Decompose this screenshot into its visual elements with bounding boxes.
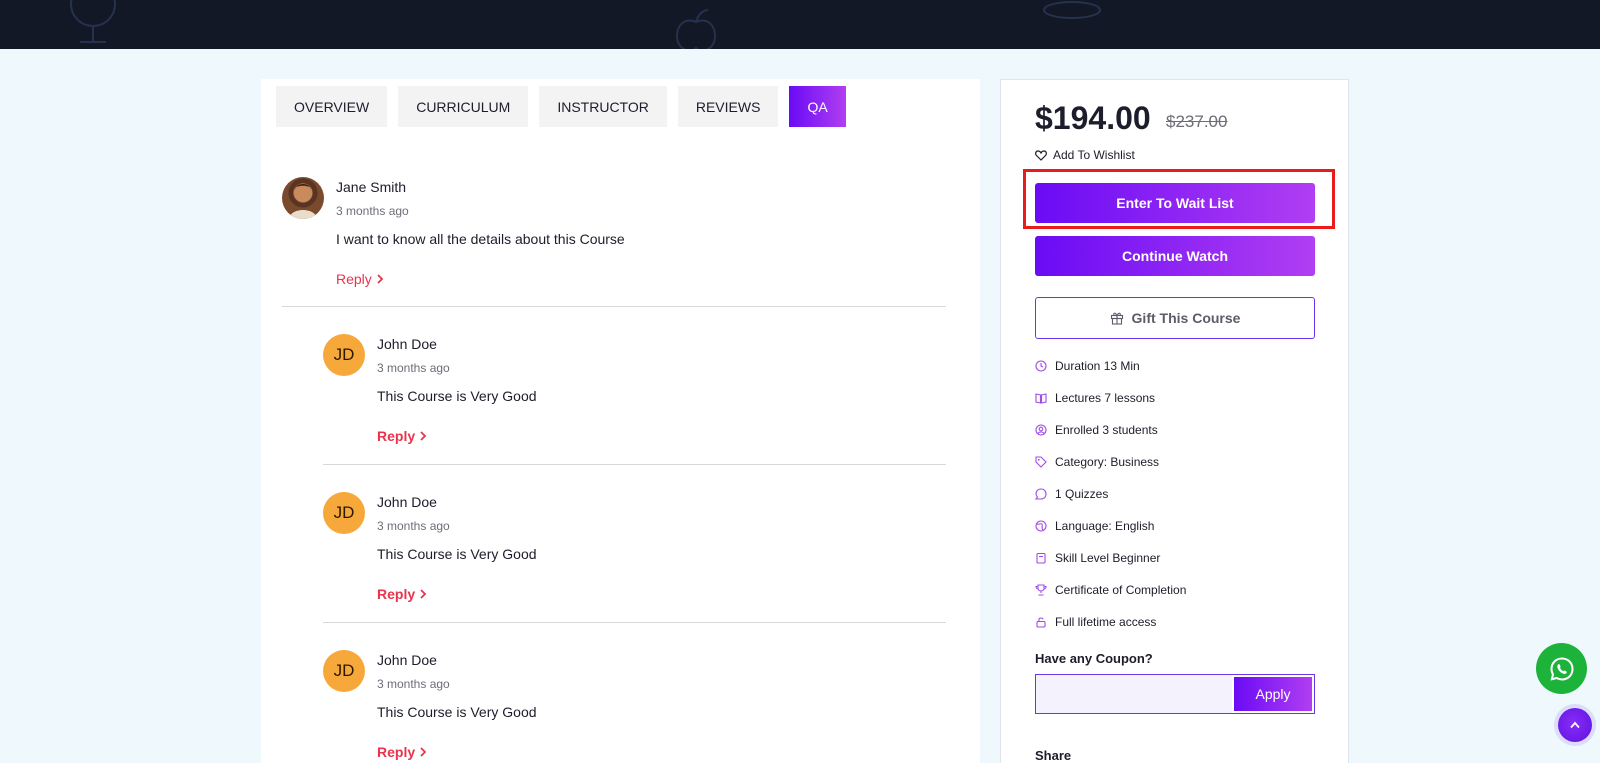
feature-lectures: Lectures 7 lessons bbox=[1035, 382, 1186, 414]
comment-author: John Doe bbox=[377, 494, 437, 510]
tab-instructor[interactable]: INSTRUCTOR bbox=[539, 86, 667, 127]
reply-link[interactable]: Reply bbox=[336, 271, 384, 287]
course-features-list: Duration 13 Min Lectures 7 lessons Enrol… bbox=[1035, 350, 1186, 638]
reply-label: Reply bbox=[336, 271, 372, 287]
heart-icon bbox=[1035, 149, 1047, 161]
apply-coupon-button[interactable]: Apply bbox=[1234, 677, 1312, 711]
gift-label: Gift This Course bbox=[1131, 310, 1241, 326]
globe-decoration-icon bbox=[70, 0, 116, 43]
feature-label: Duration 13 Min bbox=[1055, 359, 1140, 373]
avatar: JD bbox=[323, 334, 365, 376]
enter-wait-list-button[interactable]: Enter To Wait List bbox=[1035, 183, 1315, 223]
reply-label: Reply bbox=[377, 586, 416, 602]
reply-label: Reply bbox=[377, 428, 416, 444]
reply-label: Reply bbox=[377, 744, 416, 760]
wishlist-label: Add To Wishlist bbox=[1053, 148, 1135, 162]
whatsapp-button[interactable] bbox=[1536, 643, 1587, 694]
feature-category: Category: Business bbox=[1035, 446, 1186, 478]
tab-curriculum[interactable]: CURRICULUM bbox=[398, 86, 529, 127]
comment-text: I want to know all the details about thi… bbox=[336, 231, 625, 247]
apple-decoration-icon bbox=[676, 9, 716, 49]
feature-label: 1 Quizzes bbox=[1055, 487, 1109, 501]
feature-label: Skill Level Beginner bbox=[1055, 551, 1161, 565]
user-icon bbox=[1035, 424, 1047, 436]
gift-course-button[interactable]: Gift This Course bbox=[1035, 297, 1315, 339]
tab-overview[interactable]: OVERVIEW bbox=[276, 86, 388, 127]
avatar bbox=[282, 177, 324, 219]
comment-text: This Course is Very Good bbox=[377, 704, 537, 720]
feature-label: Language: English bbox=[1055, 519, 1155, 533]
original-price: $237.00 bbox=[1166, 112, 1228, 131]
feature-enrolled: Enrolled 3 students bbox=[1035, 414, 1186, 446]
comment-divider bbox=[282, 306, 946, 307]
feature-quizzes: 1 Quizzes bbox=[1035, 478, 1186, 510]
top-banner bbox=[0, 0, 1600, 49]
chevron-right-icon bbox=[420, 747, 427, 757]
comment-text: This Course is Very Good bbox=[377, 388, 537, 404]
comment-item: JD John Doe 3 months ago This Course is … bbox=[323, 492, 943, 612]
coupon-label: Have any Coupon? bbox=[1035, 651, 1153, 666]
comment-time: 3 months ago bbox=[336, 204, 409, 218]
gift-icon bbox=[1110, 312, 1123, 325]
coupon-input[interactable] bbox=[1036, 675, 1232, 713]
comment-item: Jane Smith 3 months ago I want to know a… bbox=[282, 177, 942, 297]
feature-label: Category: Business bbox=[1055, 455, 1160, 469]
book-icon bbox=[1035, 393, 1047, 404]
feature-duration: Duration 13 Min bbox=[1035, 350, 1186, 382]
comment-item: JD John Doe 3 months ago This Course is … bbox=[323, 334, 943, 454]
add-to-wishlist-link[interactable]: Add To Wishlist bbox=[1035, 148, 1135, 162]
reply-link[interactable]: Reply bbox=[377, 586, 427, 602]
quiz-icon bbox=[1035, 488, 1047, 500]
hat-decoration-icon bbox=[1043, 1, 1101, 19]
clock-icon bbox=[1035, 360, 1047, 372]
comment-text: This Course is Very Good bbox=[377, 546, 537, 562]
chevron-right-icon bbox=[420, 589, 427, 599]
course-tabs: OVERVIEW CURRICULUM INSTRUCTOR REVIEWS Q… bbox=[276, 86, 846, 127]
chevron-right-icon bbox=[377, 274, 384, 284]
comment-author: John Doe bbox=[377, 336, 437, 352]
tab-qa[interactable]: QA bbox=[789, 86, 846, 127]
feature-label: Enrolled 3 students bbox=[1055, 423, 1158, 437]
feature-skill-level: Skill Level Beginner bbox=[1035, 542, 1186, 574]
chevron-right-icon bbox=[420, 431, 427, 441]
feature-label: Lectures 7 lessons bbox=[1055, 391, 1156, 405]
trophy-icon bbox=[1035, 584, 1047, 596]
comment-author: Jane Smith bbox=[336, 179, 407, 195]
comment-author: John Doe bbox=[377, 652, 437, 668]
scroll-to-top-button[interactable] bbox=[1558, 708, 1592, 742]
reply-link[interactable]: Reply bbox=[377, 744, 427, 760]
feature-label: Full lifetime access bbox=[1055, 615, 1157, 629]
avatar: JD bbox=[323, 650, 365, 692]
comment-time: 3 months ago bbox=[377, 519, 450, 533]
comment-time: 3 months ago bbox=[377, 677, 450, 691]
course-content-card: OVERVIEW CURRICULUM INSTRUCTOR REVIEWS Q… bbox=[261, 79, 980, 763]
globe-icon bbox=[1035, 520, 1047, 532]
comment-item: JD John Doe 3 months ago This Course is … bbox=[323, 650, 943, 763]
course-sidebar-card: $194.00 $237.00 Add To Wishlist Enter To… bbox=[1000, 79, 1349, 763]
comment-time: 3 months ago bbox=[377, 361, 450, 375]
comment-divider bbox=[323, 464, 946, 465]
feature-label: Certificate of Completion bbox=[1055, 583, 1187, 597]
lock-icon bbox=[1036, 617, 1046, 628]
whatsapp-icon bbox=[1549, 656, 1574, 681]
comment-divider bbox=[323, 622, 946, 623]
coupon-form: Apply bbox=[1035, 674, 1315, 714]
feature-certificate: Certificate of Completion bbox=[1035, 574, 1186, 606]
share-label: Share bbox=[1035, 748, 1072, 763]
continue-watch-button[interactable]: Continue Watch bbox=[1035, 236, 1315, 276]
reply-link[interactable]: Reply bbox=[377, 428, 427, 444]
course-price: $194.00 bbox=[1035, 100, 1151, 136]
level-icon bbox=[1036, 552, 1046, 564]
feature-language: Language: English bbox=[1035, 510, 1186, 542]
avatar: JD bbox=[323, 492, 365, 534]
tag-icon bbox=[1035, 456, 1047, 468]
feature-lifetime-access: Full lifetime access bbox=[1035, 606, 1186, 638]
chevron-up-icon bbox=[1570, 721, 1580, 729]
tab-reviews[interactable]: REVIEWS bbox=[677, 86, 779, 127]
